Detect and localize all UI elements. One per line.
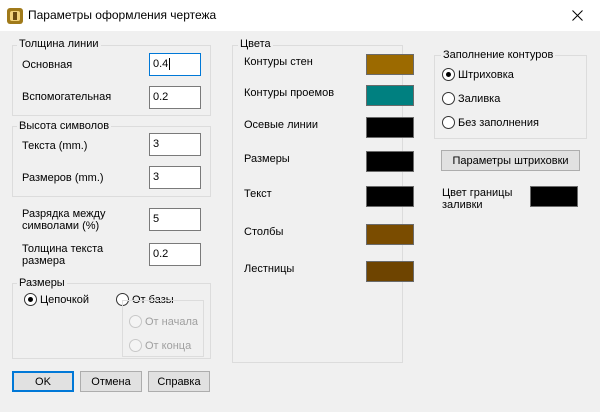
- color-swatch-dimensions[interactable]: [366, 151, 414, 172]
- close-button[interactable]: [554, 0, 600, 31]
- radio-disabled-icon: [129, 315, 142, 328]
- main-line-label: Основная: [22, 59, 73, 71]
- radio-unchecked-icon: [442, 92, 455, 105]
- color-label-dimensions: Размеры: [244, 153, 290, 165]
- radio-from-end-label: От конца: [145, 339, 192, 352]
- text-height-input[interactable]: 3: [149, 133, 201, 156]
- color-swatch-columns[interactable]: [366, 224, 414, 245]
- fill-border-color-swatch[interactable]: [530, 186, 578, 207]
- cancel-button[interactable]: Отмена: [80, 371, 142, 392]
- color-swatch-walls[interactable]: [366, 54, 414, 75]
- radio-from-start[interactable]: От начала: [129, 315, 198, 328]
- spacing-label: Разрядка между символами (%): [22, 208, 106, 232]
- colors-legend: Цвета: [238, 38, 273, 50]
- main-line-input[interactable]: 0.4: [149, 53, 201, 76]
- spacing-input[interactable]: 5: [149, 208, 201, 231]
- main-line-value: 0.4: [153, 58, 169, 70]
- color-label-text: Текст: [244, 188, 272, 200]
- radio-no-fill[interactable]: Без заполнения: [442, 116, 539, 129]
- fill-border-color-label: Цвет границы заливки: [442, 187, 513, 211]
- color-swatch-text[interactable]: [366, 186, 414, 207]
- color-label-stairs: Лестницы: [244, 263, 295, 275]
- color-swatch-openings[interactable]: [366, 85, 414, 106]
- line-thickness-legend: Толщина линии: [17, 38, 101, 50]
- title-bar: Параметры оформления чертежа: [0, 0, 600, 31]
- dim-text-thickness-label: Толщина текста размера: [22, 243, 104, 267]
- aux-line-input[interactable]: 0.2: [149, 86, 201, 109]
- radio-hatch-label: Штриховка: [458, 68, 514, 81]
- text-height-label: Текста (mm.): [22, 140, 88, 152]
- dim-text-thickness-input[interactable]: 0.2: [149, 243, 201, 266]
- radio-no-fill-label: Без заполнения: [458, 116, 539, 129]
- color-label-columns: Столбы: [244, 226, 284, 238]
- radio-checked-icon: [24, 293, 37, 306]
- dims-height-label: Размеров (mm.): [22, 172, 104, 184]
- dims-height-input[interactable]: 3: [149, 166, 201, 189]
- char-height-legend: Высота символов: [17, 120, 112, 132]
- radio-solid-label: Заливка: [458, 92, 501, 105]
- color-swatch-stairs[interactable]: [366, 261, 414, 282]
- radio-from-start-label: От начала: [145, 315, 198, 328]
- radio-hatch[interactable]: Штриховка: [442, 68, 514, 81]
- hatch-params-button[interactable]: Параметры штриховки: [441, 150, 580, 171]
- color-label-openings: Контуры проемов: [244, 87, 335, 99]
- dimensions-legend: Размеры: [17, 277, 67, 289]
- radio-checked-icon: [442, 68, 455, 81]
- radio-chain[interactable]: Цепочкой: [24, 293, 89, 306]
- close-icon: [571, 10, 583, 21]
- app-icon: [7, 8, 23, 24]
- color-label-axes: Осевые линии: [244, 119, 319, 131]
- radio-unchecked-icon: [442, 116, 455, 129]
- radio-disabled-icon: [129, 339, 142, 352]
- color-swatch-axes[interactable]: [366, 117, 414, 138]
- text-caret: [169, 58, 171, 71]
- aux-line-label: Вспомогательная: [22, 91, 112, 103]
- radio-chain-label: Цепочкой: [40, 293, 90, 306]
- ok-button[interactable]: OK: [12, 371, 74, 392]
- radio-from-end[interactable]: От конца: [129, 339, 191, 352]
- window-title: Параметры оформления чертежа: [28, 8, 217, 22]
- help-button[interactable]: Справка: [148, 371, 210, 392]
- radio-solid[interactable]: Заливка: [442, 92, 500, 105]
- color-label-walls: Контуры стен: [244, 56, 313, 68]
- fill-legend: Заполнение контуров: [441, 49, 556, 61]
